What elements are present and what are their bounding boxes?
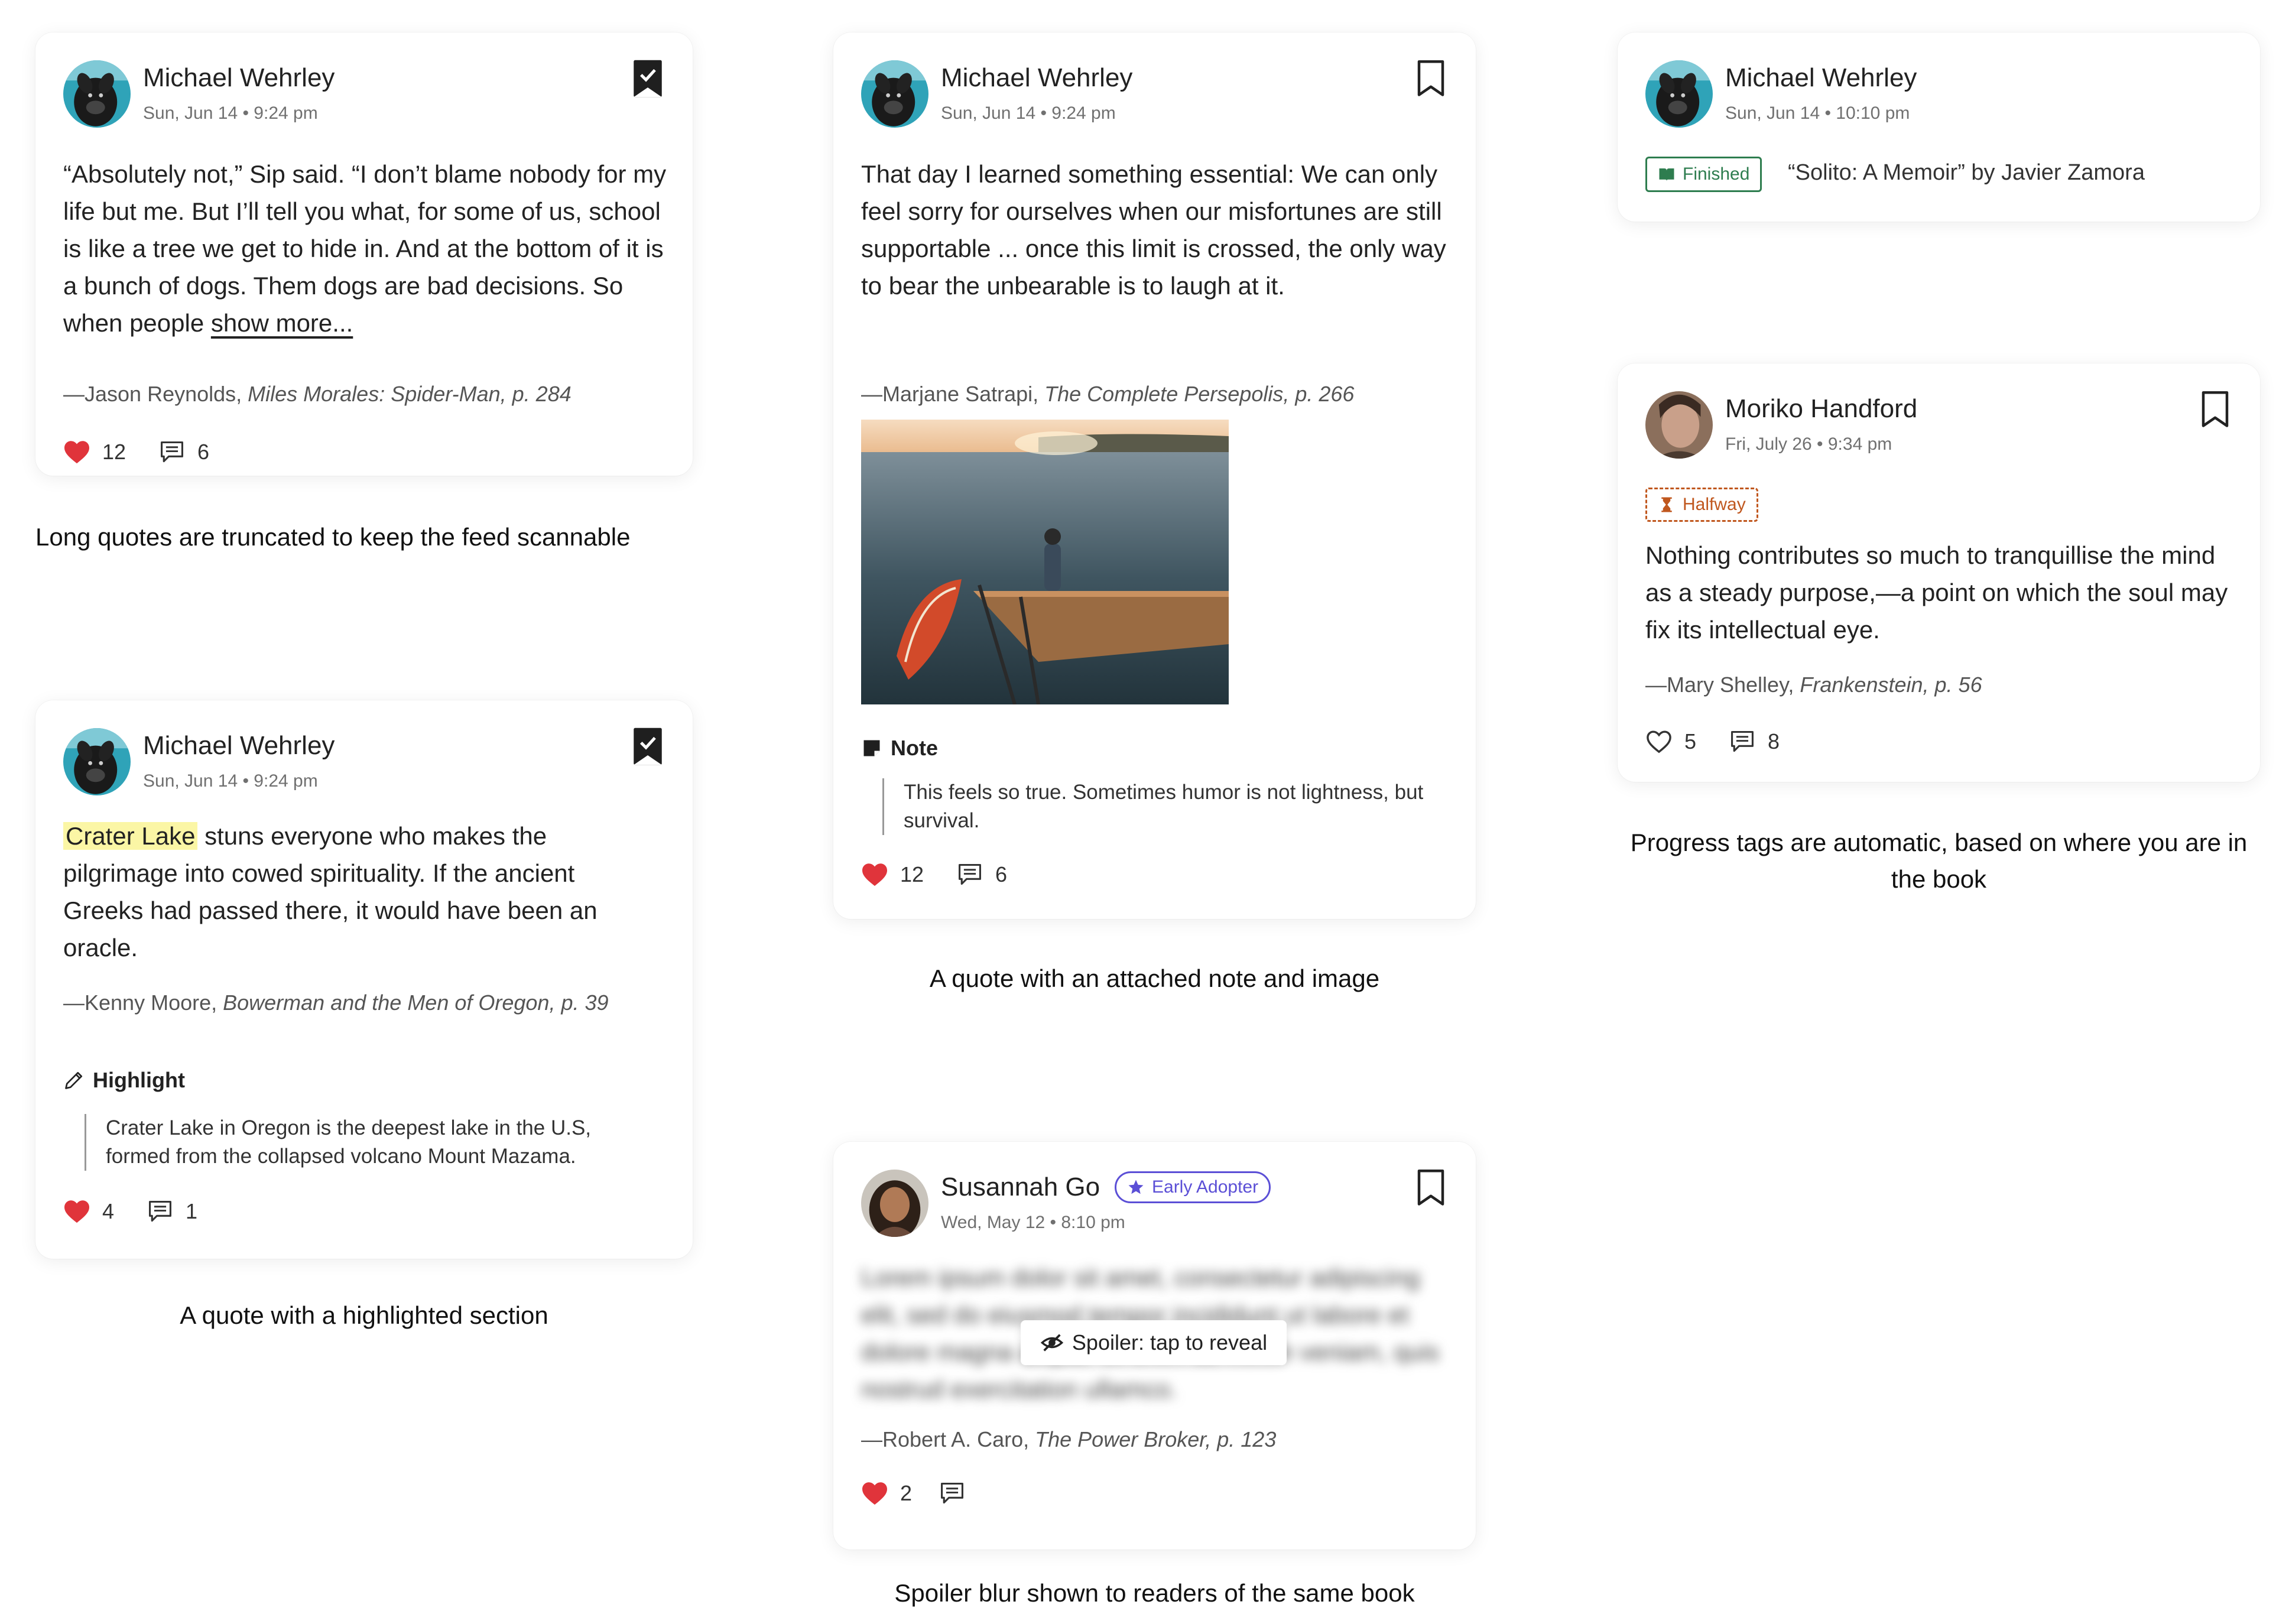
quote-card-note-image: Michael Wehrley Sun, Jun 14 • 9:24 pm Th… [833, 33, 1476, 919]
quote-text: Crater Lake stuns everyone who makes the… [63, 822, 598, 962]
action-bar: 4 1 [63, 1197, 197, 1226]
quote-card-halfway: Moriko Handford Fri, July 26 • 9:34 pm H… [1618, 363, 2260, 782]
avatar[interactable] [63, 60, 131, 128]
quote-text: Nothing contributes so much to tranquill… [1645, 541, 2228, 644]
comment-count: 6 [197, 440, 210, 464]
post-date: Fri, July 26 • 9:34 pm [1725, 434, 1892, 454]
avatar[interactable] [861, 60, 928, 128]
comment-icon[interactable] [158, 439, 186, 465]
bookmark-icon[interactable] [2200, 390, 2230, 429]
highlight-section-title: Highlight [63, 1068, 185, 1093]
quote-card-highlight: Michael Wehrley Sun, Jun 14 • 9:24 pm Cr… [35, 700, 693, 1259]
user-name[interactable]: Susannah Go [941, 1172, 1100, 1202]
caption-note-image: A quote with an attached note and image [929, 964, 1380, 992]
note-text: This feels so true. Sometimes humor is n… [882, 778, 1447, 835]
halfway-tag: Halfway [1645, 488, 1758, 522]
like-count: 12 [102, 440, 126, 464]
quote-card-truncated: Michael Wehrley Sun, Jun 14 • 9:24 pm “A… [35, 33, 693, 476]
caption-truncated: Long quotes are truncated to keep the fe… [35, 523, 631, 551]
heart-filled-icon[interactable] [63, 1199, 90, 1224]
note-section-title: Note [861, 736, 938, 761]
quote-card-spoiler: Susannah Go Early Adopter Wed, May 12 • … [833, 1142, 1476, 1550]
book-icon [1659, 168, 1674, 181]
quote-attribution: —Mary Shelley, Frankenstein, p. 56 [1645, 673, 1982, 697]
avatar[interactable] [861, 1170, 928, 1237]
quote-attribution: —Marjane Satrapi, The Complete Persepoli… [861, 382, 1355, 406]
like-count: 12 [900, 862, 924, 886]
quote-attribution: —Kenny Moore, Bowerman and the Men of Or… [63, 990, 609, 1015]
attached-image[interactable] [861, 420, 1229, 704]
note-icon [863, 740, 880, 756]
comment-icon[interactable] [956, 862, 983, 888]
comment-count: 6 [995, 862, 1008, 886]
eye-slash-icon [1040, 1334, 1064, 1352]
post-date: Sun, Jun 14 • 9:24 pm [143, 103, 318, 123]
bookmark-filled-icon[interactable] [633, 59, 663, 98]
user-name[interactable]: Michael Wehrley [143, 731, 335, 761]
bookmark-icon[interactable] [1416, 1168, 1446, 1207]
heart-filled-icon[interactable] [861, 862, 888, 887]
quote-attribution: —Robert A. Caro, The Power Broker, p. 12… [861, 1427, 1277, 1451]
heart-filled-icon[interactable] [861, 1481, 888, 1506]
like-count: 4 [102, 1199, 115, 1223]
post-date: Sun, Jun 14 • 9:24 pm [143, 771, 318, 791]
highlight-note: Crater Lake in Oregon is the deepest lak… [85, 1114, 650, 1171]
user-name[interactable]: Michael Wehrley [143, 63, 335, 93]
quote-text: That day I learned something essential: … [861, 160, 1446, 300]
action-bar: 2 [861, 1479, 978, 1508]
star-icon [1128, 1180, 1144, 1194]
pencil-icon [65, 1071, 83, 1089]
caption-highlight: A quote with a highlighted section [180, 1301, 548, 1329]
post-date: Sun, Jun 14 • 9:24 pm [941, 103, 1116, 123]
show-more-link[interactable]: show more... [211, 309, 353, 337]
comment-icon[interactable] [147, 1198, 174, 1225]
finished-book-card: Michael Wehrley Sun, Jun 14 • 10:10 pm F… [1618, 33, 2260, 222]
post-date: Wed, May 12 • 8:10 pm [941, 1213, 1125, 1232]
user-name[interactable]: Moriko Handford [1725, 394, 1917, 424]
action-bar: 12 6 [861, 860, 1007, 889]
heart-outline-icon[interactable] [1645, 729, 1673, 754]
like-count: 2 [900, 1481, 913, 1505]
finished-tag: Finished [1645, 157, 1762, 192]
avatar[interactable] [1645, 391, 1713, 459]
like-count: 5 [1684, 729, 1697, 753]
user-name[interactable]: Michael Wehrley [1725, 63, 1917, 93]
book-title[interactable]: “Solito: A Memoir” by Javier Zamora [1788, 160, 2145, 186]
comment-count: 8 [1768, 729, 1780, 753]
highlighted-text[interactable]: Crater Lake [63, 822, 198, 850]
quote-attribution: —Jason Reynolds, Miles Morales: Spider-M… [63, 382, 572, 406]
spoiler-reveal-button[interactable]: Spoiler: tap to reveal [1021, 1320, 1287, 1365]
user-name[interactable]: Michael Wehrley [941, 63, 1132, 93]
heart-filled-icon[interactable] [63, 440, 90, 465]
avatar[interactable] [63, 728, 131, 795]
bookmark-icon[interactable] [1416, 59, 1446, 98]
post-date: Sun, Jun 14 • 10:10 pm [1725, 103, 1910, 123]
comment-icon[interactable] [939, 1480, 966, 1506]
early-adopter-badge: Early Adopter [1115, 1171, 1271, 1203]
avatar[interactable] [1645, 60, 1713, 128]
bookmark-filled-icon[interactable] [633, 727, 663, 766]
caption-spoiler: Spoiler blur shown to readers of the sam… [894, 1579, 1415, 1607]
action-bar: 5 8 [1645, 727, 1780, 756]
hourglass-icon [1661, 497, 1672, 512]
comment-icon[interactable] [1729, 729, 1756, 755]
caption-progress: Progress tags are automatic, based on wh… [1630, 829, 2248, 893]
action-bar: 12 6 [63, 437, 209, 467]
comment-count: 1 [186, 1199, 198, 1223]
quote-text: “Absolutely not,” Sip said. “I don’t bla… [63, 160, 667, 337]
